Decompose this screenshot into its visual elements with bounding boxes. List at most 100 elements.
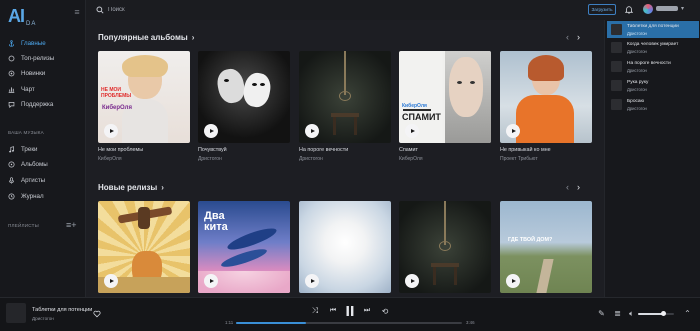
play-button[interactable]	[506, 124, 520, 138]
search-input[interactable]	[108, 4, 408, 16]
queue-track-title: Когда человек умирает	[627, 42, 679, 47]
album-card[interactable]	[399, 201, 491, 293]
repeat-icon[interactable]: ⟲	[380, 305, 390, 317]
volume-icon[interactable]: 🔈︎	[627, 309, 636, 318]
album-cover	[299, 201, 391, 293]
queue-icon[interactable]: ≣	[613, 309, 622, 318]
play-button[interactable]	[506, 274, 520, 288]
play-button[interactable]	[204, 124, 218, 138]
sidebar-item-support[interactable]: Поддержка	[8, 98, 82, 110]
popular-albums-header[interactable]: Популярные альбомы ›	[98, 33, 194, 42]
album-card[interactable]: КиберОля СПАМИТ Спамит КиберОля	[399, 51, 491, 162]
carousel-prev-icon[interactable]: ‹	[566, 182, 569, 192]
top-bar: Загрузить ▾	[86, 0, 700, 20]
volume-slider[interactable]	[638, 311, 674, 316]
section-title: Новые релизы	[98, 183, 158, 192]
queue-item[interactable]: Бросаю Дристогон	[607, 96, 699, 113]
queue-thumbnail	[611, 80, 622, 91]
carousel-next-icon[interactable]: ›	[577, 182, 580, 192]
carousel-next-icon[interactable]: ›	[577, 32, 580, 42]
avatar[interactable]	[643, 4, 653, 14]
next-icon[interactable]: ⏭	[362, 305, 372, 317]
album-artist[interactable]: Проект Трибьют	[500, 156, 600, 162]
album-cover: КиберОля СПАМИТ	[399, 51, 491, 143]
queue-thumbnail	[611, 61, 622, 72]
sidebar-item-journal[interactable]: Журнал	[8, 190, 82, 202]
album-artist[interactable]: Дристогон	[198, 156, 298, 162]
chevron-up-icon[interactable]: ⌃	[683, 309, 692, 318]
volume-handle[interactable]	[661, 311, 667, 316]
album-card[interactable]: Почувствуй Дристогон	[198, 51, 290, 162]
previous-icon[interactable]: ⏮	[328, 305, 338, 317]
chevron-right-icon: ›	[191, 33, 195, 42]
shuffle-icon[interactable]: ⤨	[310, 305, 320, 317]
album-title[interactable]: Почувствуй	[198, 147, 298, 153]
cover-text: НЕ МОИ ПРОБЛЕМЫ	[101, 87, 132, 99]
sidebar-item-chart[interactable]: Чарт	[8, 83, 82, 95]
album-cover	[98, 201, 190, 293]
logo-main-text: AI	[8, 6, 25, 26]
upload-button[interactable]: Загрузить	[588, 4, 616, 15]
album-cover: Два кита	[198, 201, 290, 293]
new-releases-header[interactable]: Новые релизы ›	[98, 183, 164, 192]
album-title[interactable]: Не привыкай ко мне	[500, 147, 600, 153]
collapse-sidebar-icon[interactable]: ≡	[72, 7, 82, 17]
queue-thumbnail	[611, 99, 622, 110]
album-card[interactable]: НЕ МОИ ПРОБЛЕМЫ КиберОля Не мои проблемы…	[98, 51, 190, 162]
sidebar-item-tracks[interactable]: Треки	[8, 143, 82, 155]
search-icon	[96, 6, 104, 14]
now-playing-cover[interactable]	[6, 303, 26, 323]
profile-name[interactable]	[656, 6, 678, 11]
sidebar-item-home[interactable]: Главные	[8, 37, 82, 49]
progress-fill	[236, 322, 307, 324]
album-card[interactable]: ГДЕ ТВОЙ ДОМ?	[500, 201, 592, 293]
queue-item[interactable]: Когда человек умирает Дристогон	[607, 39, 699, 56]
pause-icon	[346, 306, 354, 316]
play-button[interactable]	[405, 274, 419, 288]
pause-button[interactable]	[344, 305, 356, 317]
play-button[interactable]	[104, 274, 118, 288]
now-playing-artist[interactable]: Дристогон	[32, 316, 54, 321]
album-artist[interactable]: КиберОля	[98, 156, 198, 162]
play-button[interactable]	[104, 124, 118, 138]
album-cover	[500, 51, 592, 143]
carousel-prev-icon[interactable]: ‹	[566, 32, 569, 42]
app-logo[interactable]: AI DA	[8, 4, 48, 32]
album-artist[interactable]: КиберОля	[399, 156, 499, 162]
album-title[interactable]: Спамит	[399, 147, 499, 153]
queue-item[interactable]: Рука руку Дристогон	[607, 77, 699, 94]
album-card[interactable]: Не привыкай ко мне Проект Трибьют	[500, 51, 592, 162]
add-playlist-icon[interactable]: ≡+	[66, 221, 77, 230]
anchor-icon	[9, 39, 14, 47]
queue-item[interactable]: Таблетки для потенции Дристогон	[607, 21, 699, 38]
play-button[interactable]	[204, 274, 218, 288]
album-card[interactable]: Два кита	[198, 201, 290, 293]
album-title[interactable]: На пороге вечности	[299, 147, 399, 153]
play-button[interactable]	[305, 124, 319, 138]
album-card[interactable]	[98, 201, 190, 293]
chevron-down-icon[interactable]: ▾	[681, 5, 684, 12]
album-card[interactable]: На пороге вечности Дристогон	[299, 51, 391, 162]
sidebar-item-label: Чарт	[21, 85, 35, 93]
bell-icon[interactable]	[625, 5, 633, 14]
sidebar-item-artists[interactable]: Артисты	[8, 174, 82, 186]
now-playing-title[interactable]: Таблетки для потенции	[32, 307, 92, 313]
music-note-icon	[9, 145, 14, 153]
edit-icon[interactable]: ✎	[597, 309, 606, 318]
sidebar-item-label: Новинки	[21, 69, 46, 77]
album-artist[interactable]: Дристогон	[299, 156, 399, 162]
queue-track-title: Таблетки для потенции	[627, 24, 679, 29]
play-button[interactable]	[305, 274, 319, 288]
play-button[interactable]	[405, 124, 419, 138]
popular-carousel-nav: ‹ ›	[566, 32, 580, 42]
progress-bar[interactable]	[236, 322, 462, 324]
album-card[interactable]	[299, 201, 391, 293]
sidebar-item-albums[interactable]: Альбомы	[8, 158, 82, 170]
cover-subtext: КиберОля	[402, 103, 427, 109]
heart-icon[interactable]	[93, 310, 101, 318]
sidebar-item-label: Главные	[21, 39, 46, 47]
queue-item[interactable]: На пороге вечности Дристогон	[607, 58, 699, 75]
sidebar-item-top-releases[interactable]: Топ-релизы	[8, 52, 82, 64]
album-title[interactable]: Не мои проблемы	[98, 147, 198, 153]
sidebar-item-new[interactable]: Новинки	[8, 67, 82, 79]
